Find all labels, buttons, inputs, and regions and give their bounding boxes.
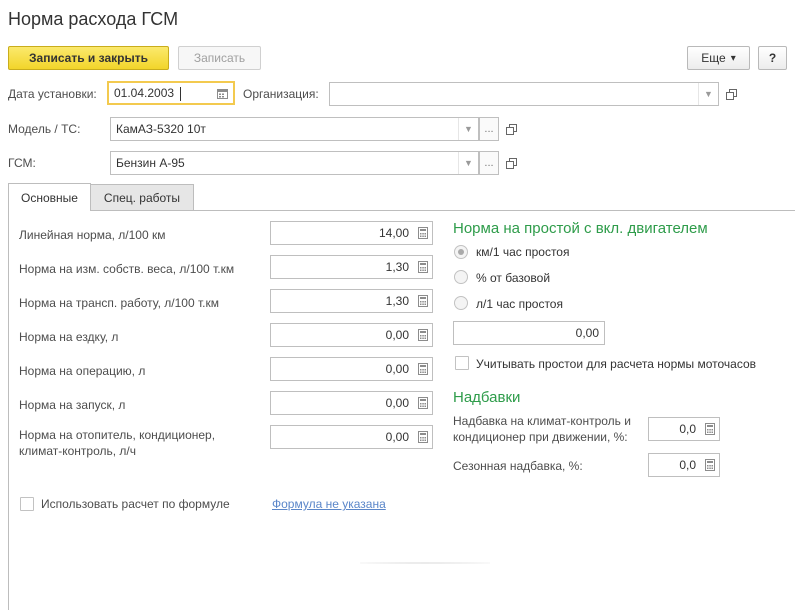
fuel-open-button[interactable] (501, 151, 521, 175)
norm-label-transport: Норма на трансп. работу, л/100 т.км (19, 296, 219, 310)
norm-label-operation: Норма на операцию, л (19, 364, 146, 378)
date-label: Дата установки: (8, 87, 97, 101)
open-icon (505, 123, 517, 135)
climate-label-line1: Надбавка на климат-контроль и (453, 414, 631, 428)
surcharges-section-title: Надбавки (453, 389, 521, 406)
dropdown-arrow-icon[interactable]: ▼ (458, 118, 478, 140)
organization-label: Организация: (243, 87, 319, 101)
norm-trip-field[interactable]: 0,00 (270, 323, 433, 347)
norm-trip-value: 0,00 (385, 328, 409, 342)
radio-km-per-hour[interactable] (454, 245, 468, 259)
save-and-close-button[interactable]: Записать и закрыть (8, 46, 169, 70)
radio-percent-base[interactable] (454, 270, 468, 284)
help-button[interactable]: ? (758, 46, 787, 70)
seasonal-label: Сезонная надбавка, %: (453, 459, 583, 473)
norm-heater-value: 0,00 (385, 430, 409, 444)
model-field[interactable]: КамАЗ-5320 10т ▼ (110, 117, 479, 141)
calculator-icon[interactable] (414, 290, 432, 312)
dropdown-arrow-icon[interactable]: ▼ (458, 152, 478, 174)
norm-transport-value: 1,30 (385, 294, 409, 308)
organization-field[interactable]: ▼ (329, 82, 719, 106)
fuel-field[interactable]: Бензин А-95 ▼ (110, 151, 479, 175)
tab-special-works[interactable]: Спец. работы (90, 184, 194, 211)
model-open-button[interactable] (501, 117, 521, 141)
norm-operation-field[interactable]: 0,00 (270, 357, 433, 381)
model-value: КамАЗ-5320 10т (116, 122, 206, 136)
save-button[interactable]: Записать (178, 46, 261, 70)
open-icon (505, 157, 517, 169)
motohours-checkbox[interactable] (455, 356, 469, 370)
calculator-icon[interactable] (414, 256, 432, 278)
norm-label-heater-line1: Норма на отопитель, кондиционер, (19, 428, 216, 442)
norm-start-field[interactable]: 0,00 (270, 391, 433, 415)
seasonal-surcharge-field[interactable]: 0,0 (648, 453, 720, 477)
formula-checkbox[interactable] (20, 497, 34, 511)
more-label: Еще (701, 51, 726, 65)
norm-label-heater-line2: климат-контроль, л/ч (19, 444, 137, 458)
text-cursor (180, 87, 181, 101)
page-title: Норма расхода ГСМ (8, 9, 179, 29)
norm-linear-value: 14,00 (378, 226, 409, 240)
date-field[interactable]: 01.04.2003 (107, 81, 235, 105)
tab-main[interactable]: Основные (8, 183, 91, 211)
climate-surcharge-field[interactable]: 0,0 (648, 417, 720, 441)
idle-value: 0,00 (575, 326, 599, 340)
idle-value-field[interactable]: 0,00 (453, 321, 605, 345)
norm-own-weight-field[interactable]: 1,30 (270, 255, 433, 279)
open-icon (725, 88, 737, 100)
organization-open-button[interactable] (721, 82, 741, 106)
date-value: 01.04.2003 (114, 86, 175, 100)
norm-heater-field[interactable]: 0,00 (270, 425, 433, 449)
active-tab-gap (9, 209, 90, 211)
climate-label-line2: кондиционер при движении, %: (453, 430, 628, 444)
idle-section-title: Норма на простой с вкл. двигателем (453, 220, 708, 237)
calculator-icon[interactable] (414, 222, 432, 244)
norm-own-weight-value: 1,30 (385, 260, 409, 274)
fuel-label: ГСМ: (8, 156, 36, 170)
calendar-icon[interactable] (211, 83, 233, 103)
radio-liters-per-hour[interactable] (454, 296, 468, 310)
motohours-checkbox-label: Учитывать простои для расчета нормы мото… (476, 357, 757, 371)
norm-label-own-weight: Норма на изм. собств. веса, л/100 т.км (19, 262, 235, 276)
calculator-icon[interactable] (414, 392, 432, 414)
norm-transport-field[interactable]: 1,30 (270, 289, 433, 313)
calculator-icon[interactable] (414, 324, 432, 346)
calculator-icon[interactable] (701, 418, 719, 440)
norm-label-trip: Норма на ездку, л (19, 330, 119, 344)
bottom-divider (360, 562, 490, 564)
more-button[interactable]: Еще ▾ (687, 46, 750, 70)
fuel-value: Бензин А-95 (116, 156, 185, 170)
dropdown-arrow-icon[interactable]: ▼ (698, 83, 718, 105)
norm-label-linear: Линейная норма, л/100 км (19, 228, 166, 242)
radio-km-per-hour-label: км/1 час простоя (476, 245, 570, 259)
norm-label-start: Норма на запуск, л (19, 398, 126, 412)
fuel-select-button[interactable]: ... (479, 151, 499, 175)
chevron-down-icon: ▾ (730, 52, 736, 64)
calculator-icon[interactable] (414, 358, 432, 380)
radio-liters-per-hour-label: л/1 час простоя (476, 297, 563, 311)
climate-surcharge-value: 0,0 (679, 422, 696, 436)
norm-start-value: 0,00 (385, 396, 409, 410)
calculator-icon[interactable] (414, 426, 432, 448)
calculator-icon[interactable] (701, 454, 719, 476)
radio-percent-base-label: % от базовой (476, 271, 551, 285)
norm-operation-value: 0,00 (385, 362, 409, 376)
formula-link[interactable]: Формула не указана (272, 497, 386, 511)
model-label: Модель / ТС: (8, 122, 81, 136)
model-select-button[interactable]: ... (479, 117, 499, 141)
formula-checkbox-label: Использовать расчет по формуле (41, 497, 230, 511)
norm-linear-field[interactable]: 14,00 (270, 221, 433, 245)
seasonal-surcharge-value: 0,0 (679, 458, 696, 472)
